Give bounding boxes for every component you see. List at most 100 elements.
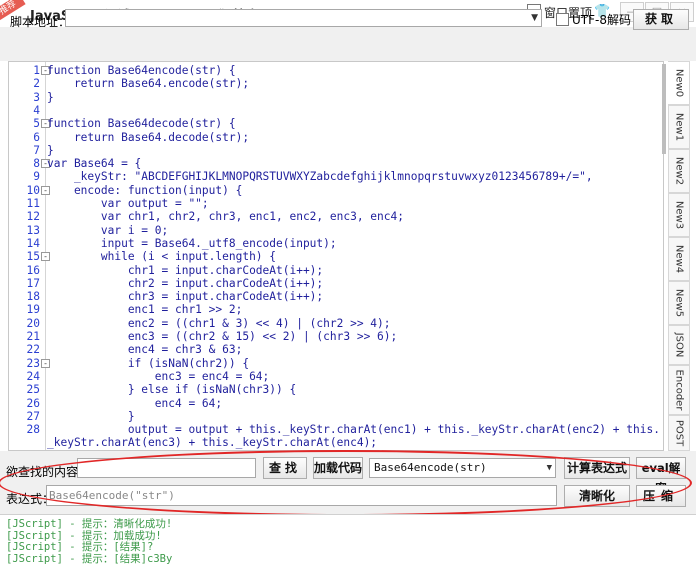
compress-button[interactable]: 压缩 (636, 485, 686, 507)
line-number: 21 (26, 330, 40, 343)
line-number: 1 (33, 64, 40, 77)
code-line[interactable]: 1- function Base64encode(str) { (9, 64, 649, 77)
code-line[interactable]: 11 var output = ""; (9, 197, 649, 210)
eval-decrypt-button[interactable]: eval解密 (636, 457, 686, 495)
script-address-select[interactable]: ▼ (65, 9, 542, 27)
code-text: while (i < input.length) { (47, 250, 277, 264)
code-text: } else if (isNaN(chr3)) { (47, 383, 297, 397)
function-select[interactable]: Base64encode(str) ▼ (369, 458, 556, 478)
utf8-decode-label[interactable]: UTF-8解码 (572, 11, 631, 28)
code-line[interactable]: 6 return Base64.decode(str); (9, 131, 649, 144)
tab-encoder[interactable]: Encoder (668, 365, 690, 415)
code-text: function Base64decode(str) { (47, 117, 236, 131)
log-output: [JScript] - 提示：清晰化成功! [JScript] - 提示：加载成功… (0, 514, 696, 586)
expression-input[interactable]: Base64encode("str") (46, 485, 557, 506)
chevron-down-icon[interactable]: ▼ (531, 10, 538, 26)
line-number: 17 (26, 276, 40, 290)
line-number: 25 (26, 383, 40, 397)
code-line[interactable]: 14 input = Base64._utf8_encode(input); (9, 237, 649, 250)
code-line[interactable]: 21 enc3 = ((chr2 & 15) << 2) | (chr3 >> … (9, 330, 649, 343)
code-text: enc4 = chr3 & 63; (47, 343, 243, 357)
code-text: enc2 = ((chr1 & 3) << 4) | (chr2 >> 4); (47, 316, 391, 330)
line-number: 3 (33, 90, 40, 104)
code-editor[interactable]: 1- function Base64encode(str) {2 return B… (8, 61, 664, 451)
tab-json[interactable]: JSON (668, 325, 690, 365)
tab-label: JSON (673, 332, 685, 358)
code-text: var chr1, chr2, chr3, enc1, enc2, enc3, … (47, 210, 404, 224)
utf8-decode-checkbox[interactable] (556, 13, 569, 26)
code-line[interactable]: 10- encode: function(input) { (9, 184, 649, 197)
code-text: input = Base64._utf8_encode(input); (47, 236, 337, 250)
line-number: 22 (26, 343, 40, 357)
log-line: [JScript] - 提示：加载成功! (6, 529, 162, 542)
editor-scrollbar[interactable] (662, 64, 666, 154)
code-line[interactable]: 24 enc3 = enc4 = 64; (9, 370, 649, 383)
code-line[interactable]: 23- if (isNaN(chr2)) { (9, 357, 649, 370)
code-text: _keyStr.charAt(enc3) + this._keyStr.char… (47, 436, 378, 450)
code-text: } (47, 409, 135, 423)
code-line[interactable]: 16 chr1 = input.charCodeAt(i++); (9, 264, 649, 277)
code-text: } (47, 90, 54, 104)
code-line[interactable]: 22 enc4 = chr3 & 63; (9, 343, 649, 356)
line-number: 5 (33, 117, 40, 131)
code-line[interactable]: 9 _keyStr: "ABCDEFGHIJKLMNOPQRSTUVWXYZab… (9, 170, 649, 183)
code-line[interactable]: 7} (9, 144, 649, 157)
code-line[interactable]: 3} (9, 91, 649, 104)
line-number: 18 (26, 290, 40, 304)
tab-label: New0 (673, 68, 684, 98)
code-text: chr1 = input.charCodeAt(i++); (47, 263, 324, 277)
tab-new4[interactable]: New4 (668, 237, 690, 281)
code-line[interactable]: 5- function Base64decode(str) { (9, 117, 649, 130)
code-text: _keyStr: "ABCDEFGHIJKLMNOPQRSTUVWXYZabcd… (47, 170, 593, 184)
load-code-button[interactable]: 加载代码 (313, 457, 363, 479)
code-line[interactable]: 15- while (i < input.length) { (9, 250, 649, 263)
code-line[interactable]: 2 return Base64.encode(str); (9, 77, 649, 90)
tab-label: New1 (673, 112, 685, 142)
tab-new3[interactable]: New3 (668, 193, 690, 237)
tab-new5[interactable]: New5 (668, 281, 690, 325)
code-text: var output = ""; (47, 197, 209, 210)
line-number: 12 (26, 210, 40, 224)
tab-new1[interactable]: New1 (668, 105, 690, 149)
tab-new0[interactable]: New0 (668, 61, 690, 105)
code-line[interactable]: 12 var chr1, chr2, chr3, enc1, enc2, enc… (9, 210, 649, 223)
code-text: function Base64encode(str) { (47, 64, 236, 77)
line-number: 16 (26, 263, 40, 277)
code-text: var i = 0; (47, 223, 169, 237)
code-line[interactable]: 28 output = output + this._keyStr.charAt… (9, 423, 660, 436)
find-input[interactable] (77, 458, 256, 478)
code-text: if (isNaN(chr2)) { (47, 356, 250, 370)
line-number: 27 (26, 409, 40, 423)
code-line[interactable]: 26 enc4 = 64; (9, 397, 649, 410)
get-button[interactable]: 获取 (633, 9, 689, 30)
code-line[interactable]: 8- var Base64 = { (9, 157, 649, 170)
code-text: var Base64 = { (47, 157, 142, 171)
code-text: enc1 = chr1 >> 2; (47, 303, 243, 317)
address-row (0, 27, 696, 61)
tab-new2[interactable]: New2 (668, 149, 690, 193)
log-line: [JScript] - 提示：[结果]c3By (6, 552, 173, 565)
code-line[interactable]: _keyStr.charAt(enc3) + this._keyStr.char… (9, 436, 649, 449)
code-text: encode: function(input) { (47, 183, 243, 197)
code-line[interactable]: 27 } (9, 410, 649, 423)
line-number: 4 (33, 103, 40, 117)
tab-post[interactable]: POST (668, 415, 690, 451)
code-line[interactable]: 20 enc2 = ((chr1 & 3) << 4) | (chr2 >> 4… (9, 317, 649, 330)
code-line[interactable]: 17 chr2 = input.charCodeAt(i++); (9, 277, 649, 290)
log-line: [JScript] - 提示：[结果]? (6, 541, 154, 553)
tab-label: Encoder (673, 369, 685, 411)
code-text: chr3 = input.charCodeAt(i++); (47, 290, 324, 304)
code-line[interactable]: 25 } else if (isNaN(chr3)) { (9, 383, 649, 396)
code-line[interactable]: 13 var i = 0; (9, 224, 649, 237)
beautify-button[interactable]: 清晰化 (564, 485, 630, 507)
line-number: 7 (33, 143, 40, 157)
line-number: 8 (33, 157, 40, 171)
chevron-down-icon[interactable]: ▼ (547, 459, 552, 477)
code-line[interactable]: 19 enc1 = chr1 >> 2; (9, 303, 649, 316)
calculate-expression-button[interactable]: 计算表达式 (564, 457, 630, 479)
code-text: output = output + this._keyStr.charAt(en… (47, 423, 660, 437)
find-button[interactable]: 查找 (263, 457, 307, 479)
line-number: 13 (26, 223, 40, 237)
code-line[interactable]: 4 (9, 104, 649, 117)
code-line[interactable]: 18 chr3 = input.charCodeAt(i++); (9, 290, 649, 303)
